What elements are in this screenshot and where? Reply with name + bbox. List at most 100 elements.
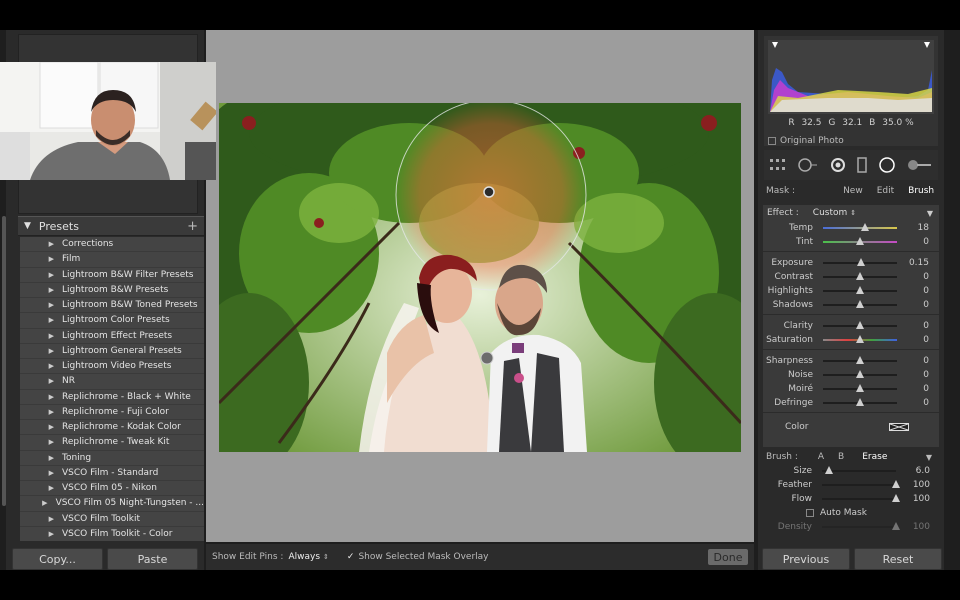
preset-folder[interactable]: ▶ Replichrome - Black + White xyxy=(20,390,204,405)
expand-triangle-icon[interactable]: ▶ xyxy=(20,347,62,355)
select-arrows-icon[interactable]: ⇕ xyxy=(323,553,329,561)
expand-triangle-icon[interactable]: ▶ xyxy=(20,438,62,446)
expand-triangle-icon[interactable]: ▶ xyxy=(20,515,62,523)
slider-track[interactable] xyxy=(823,370,897,378)
brush-a-button[interactable]: A xyxy=(818,452,824,462)
preset-folder[interactable]: ▶ Lightroom Effect Presets xyxy=(20,329,204,344)
preset-folder[interactable]: ▶ Lightroom Video Presets xyxy=(20,359,204,375)
density-slider-row[interactable]: Density 100 xyxy=(762,520,940,534)
slider-row[interactable]: Sharpness 0 xyxy=(763,354,939,368)
slider-thumb[interactable] xyxy=(856,272,864,280)
slider-track[interactable] xyxy=(823,286,897,294)
collapse-triangle-icon[interactable]: ▼ xyxy=(24,221,31,231)
previous-button[interactable]: Previous xyxy=(762,548,850,570)
preset-folder[interactable]: ▶ Replichrome - Fuji Color xyxy=(20,405,204,420)
slider-row[interactable]: Noise 0 xyxy=(763,368,939,382)
presets-header[interactable]: ▼ Presets + xyxy=(18,216,204,236)
reset-button[interactable]: Reset xyxy=(854,548,942,570)
brush-b-button[interactable]: B xyxy=(838,452,844,462)
slider-row[interactable]: Temp 18 xyxy=(763,221,939,235)
slider-track[interactable] xyxy=(823,258,897,266)
slider-track[interactable] xyxy=(823,223,897,231)
slider-row[interactable]: Shadows 0 xyxy=(763,298,939,312)
slider-track[interactable] xyxy=(823,398,897,406)
slider-value[interactable]: 0 xyxy=(923,300,929,310)
effect-preset-select[interactable]: Custom xyxy=(813,208,847,218)
expand-triangle-icon[interactable]: ▶ xyxy=(20,271,62,279)
slider-row[interactable]: Contrast 0 xyxy=(763,270,939,284)
preset-folder[interactable]: ▶ Toning xyxy=(20,451,204,466)
graduated-filter-icon[interactable] xyxy=(856,157,868,173)
slider-thumb[interactable] xyxy=(856,321,864,329)
image-canvas[interactable] xyxy=(206,30,754,542)
mask-brush-button[interactable]: Brush xyxy=(908,186,934,196)
slider-row[interactable]: Moiré 0 xyxy=(763,382,939,396)
slider-row[interactable]: Size 6.0 xyxy=(762,464,940,478)
slider-thumb[interactable] xyxy=(856,286,864,294)
slider-track[interactable] xyxy=(823,321,897,329)
expand-triangle-icon[interactable]: ▶ xyxy=(20,286,62,294)
slider-value[interactable]: 0 xyxy=(923,237,929,247)
slider-thumb[interactable] xyxy=(892,494,900,502)
preset-folder[interactable]: ▶ Film xyxy=(20,252,204,268)
expand-triangle-icon[interactable]: ▶ xyxy=(20,240,62,248)
slider-row[interactable]: Defringe 0 xyxy=(763,396,939,410)
slider-value[interactable]: 0 xyxy=(923,321,929,331)
preset-folder[interactable]: ▶ VSCO Film Toolkit - Color xyxy=(20,527,204,541)
slider-value[interactable]: 0.15 xyxy=(909,258,929,268)
red-eye-icon[interactable] xyxy=(830,157,846,173)
expand-triangle-icon[interactable]: ▶ xyxy=(20,255,62,263)
color-row[interactable]: Color xyxy=(763,417,939,437)
color-swatch[interactable] xyxy=(889,423,909,431)
preset-folder[interactable]: ▶ Lightroom B&W Toned Presets xyxy=(20,298,204,314)
slider-thumb[interactable] xyxy=(856,237,864,245)
add-preset-icon[interactable]: + xyxy=(187,219,198,234)
preset-folder[interactable]: ▶ VSCO Film - Standard xyxy=(20,466,204,481)
expand-triangle-icon[interactable]: ▶ xyxy=(20,469,62,477)
brush-erase-button[interactable]: Erase xyxy=(862,452,887,462)
expand-triangle-icon[interactable]: ▶ xyxy=(20,484,62,492)
slider-value[interactable]: 0 xyxy=(923,286,929,296)
effect-collapse-icon[interactable]: ▼ xyxy=(927,209,933,218)
auto-mask-toggle[interactable]: Auto Mask xyxy=(762,506,940,520)
preset-folder[interactable]: ▶ Lightroom B&W Presets xyxy=(20,283,204,298)
slider-row[interactable]: Flow 100 xyxy=(762,492,940,506)
histogram-graph[interactable] xyxy=(768,40,934,114)
slider-value[interactable]: 0 xyxy=(923,356,929,366)
slider-row[interactable]: Feather 100 xyxy=(762,478,940,492)
auto-mask-checkbox[interactable] xyxy=(806,509,814,517)
slider-thumb[interactable] xyxy=(856,335,864,343)
photo[interactable] xyxy=(219,103,741,452)
expand-triangle-icon[interactable]: ▶ xyxy=(20,393,62,401)
preset-folder[interactable]: ▶ Replichrome - Kodak Color xyxy=(20,420,204,436)
expand-triangle-icon[interactable]: ▶ xyxy=(20,377,62,385)
slider-value[interactable]: 6.0 xyxy=(916,466,930,476)
preset-folder[interactable]: ▶ VSCO Film 05 - Nikon xyxy=(20,481,204,497)
adjustment-brush-icon[interactable] xyxy=(907,158,933,172)
slider-track[interactable] xyxy=(823,300,897,308)
slider-value[interactable]: 0 xyxy=(923,335,929,345)
slider-thumb[interactable] xyxy=(856,300,864,308)
expand-triangle-icon[interactable]: ▶ xyxy=(20,301,62,309)
slider-value[interactable]: 100 xyxy=(913,494,930,504)
mask-new-button[interactable]: New xyxy=(843,186,863,196)
spot-removal-icon[interactable] xyxy=(797,157,819,173)
preset-folder[interactable]: ▶ Corrections xyxy=(20,237,204,253)
slider-thumb[interactable] xyxy=(856,356,864,364)
slider-track[interactable] xyxy=(823,237,897,245)
copy-button[interactable]: Copy... xyxy=(12,548,103,570)
slider-track[interactable] xyxy=(823,335,897,343)
slider-value[interactable]: 0 xyxy=(923,398,929,408)
expand-triangle-icon[interactable]: ▶ xyxy=(20,362,62,370)
slider-row[interactable]: Saturation 0 xyxy=(763,333,939,347)
expand-triangle-icon[interactable]: ▶ xyxy=(20,530,62,538)
slider-row[interactable]: Exposure 0.15 xyxy=(763,256,939,270)
preset-folder[interactable]: ▶ Lightroom B&W Filter Presets xyxy=(20,268,204,283)
crop-grid-icon[interactable] xyxy=(769,158,787,172)
slider-thumb[interactable] xyxy=(856,384,864,392)
slider-value[interactable]: 18 xyxy=(918,223,929,233)
slider-value[interactable]: 0 xyxy=(923,272,929,282)
density-track[interactable] xyxy=(822,522,900,530)
radial-filter-icon[interactable] xyxy=(878,156,896,174)
expand-triangle-icon[interactable]: ▶ xyxy=(20,316,62,324)
